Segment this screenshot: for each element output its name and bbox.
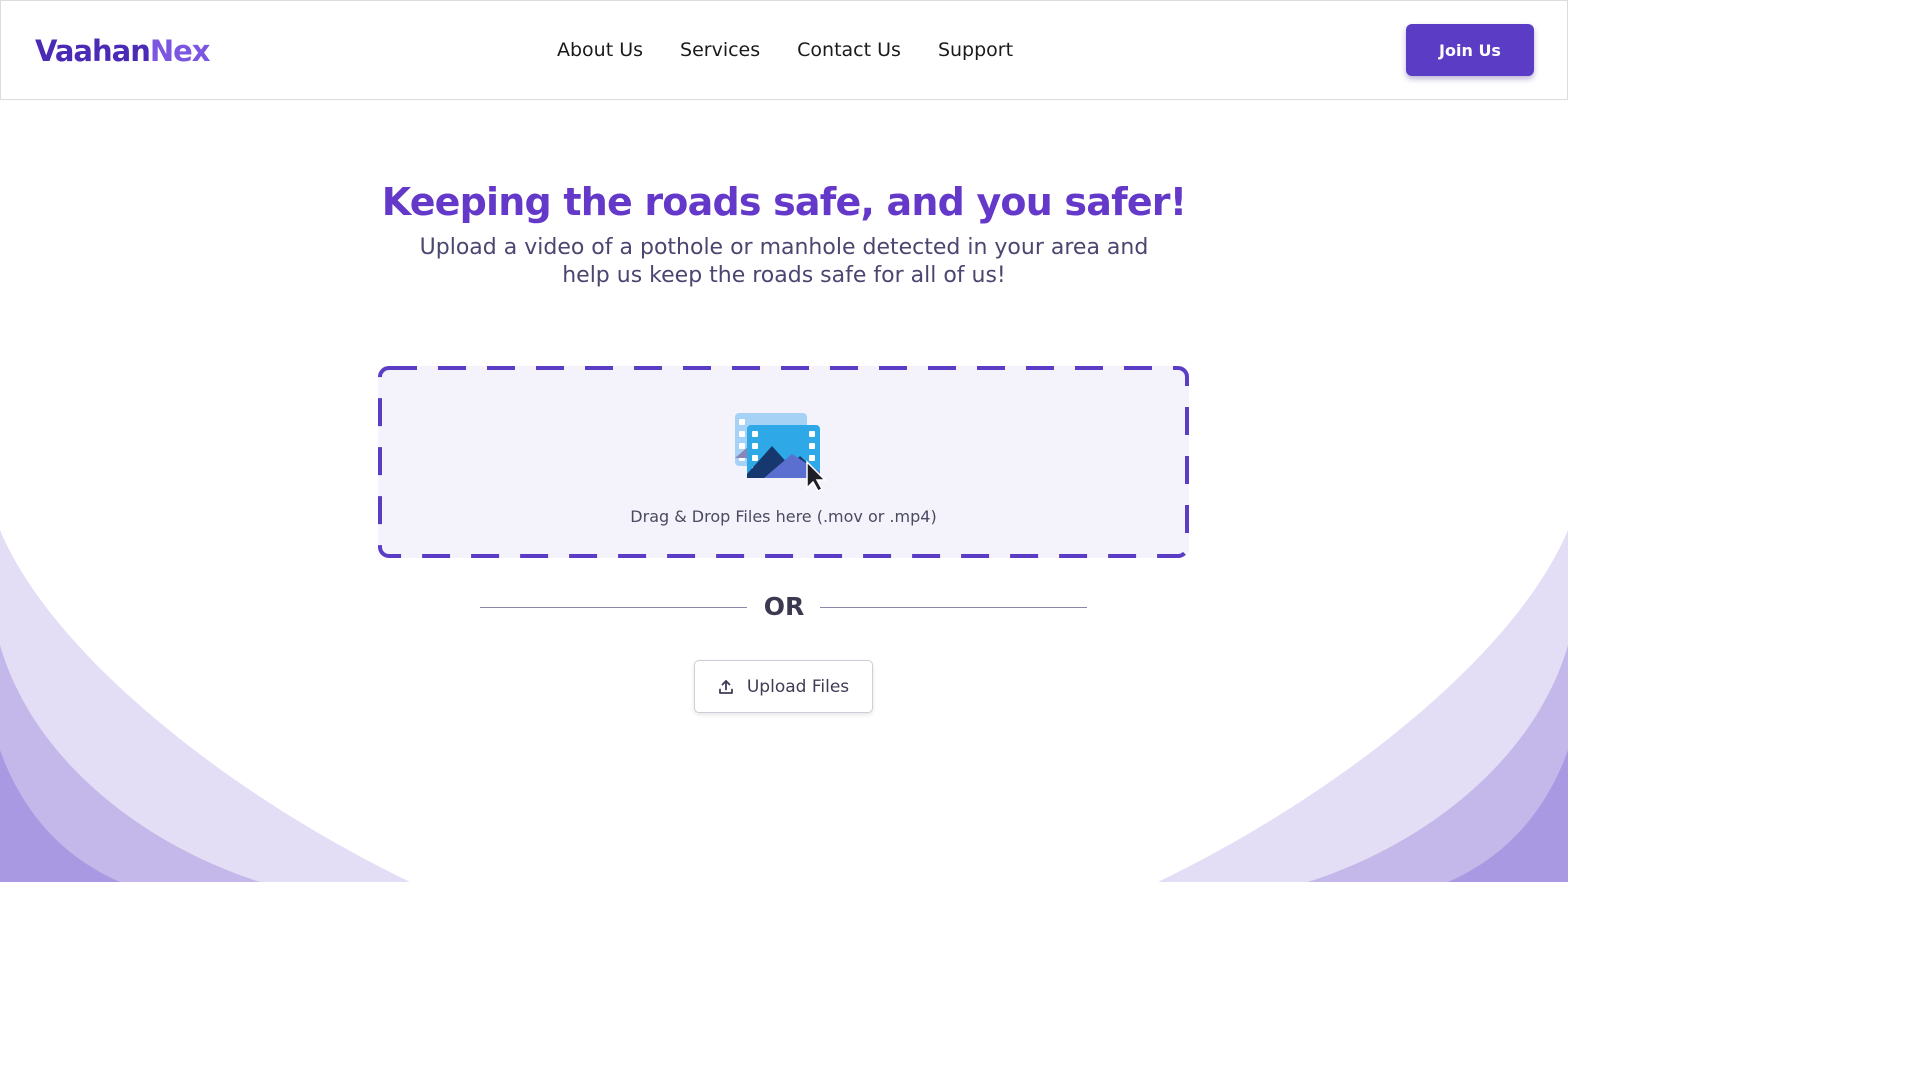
main-nav: About Us Services Contact Us Support [557,1,1013,99]
join-us-button[interactable]: Join Us [1406,24,1534,76]
logo-text: VaahanNex [35,34,211,68]
nav-support[interactable]: Support [938,39,1013,61]
page-subtitle: Upload a video of a pothole or manhole d… [419,235,1149,288]
brand-logo[interactable]: VaahanNex [35,31,211,71]
upload-files-button[interactable]: Upload Files [694,660,873,713]
dropzone-text: Drag & Drop Files here (.mov or .mp4) [630,507,937,526]
divider-line-left [480,607,747,608]
hero-section: Keeping the roads safe, and you safer! U… [0,176,1568,290]
page-title: Keeping the roads safe, and you safer! [381,180,1187,224]
video-file-icon [735,413,827,492]
divider-or: OR [763,592,805,621]
nav-contact-us[interactable]: Contact Us [797,39,901,61]
nav-about-us[interactable]: About Us [557,39,643,61]
upload-icon [718,679,733,694]
divider-line-right [820,607,1087,608]
top-navbar: VaahanNex About Us Services Contact Us S… [0,0,1568,100]
nav-services[interactable]: Services [680,39,760,61]
upload-files-label: Upload Files [746,676,850,697]
page: VaahanNex About Us Services Contact Us S… [0,0,1568,882]
